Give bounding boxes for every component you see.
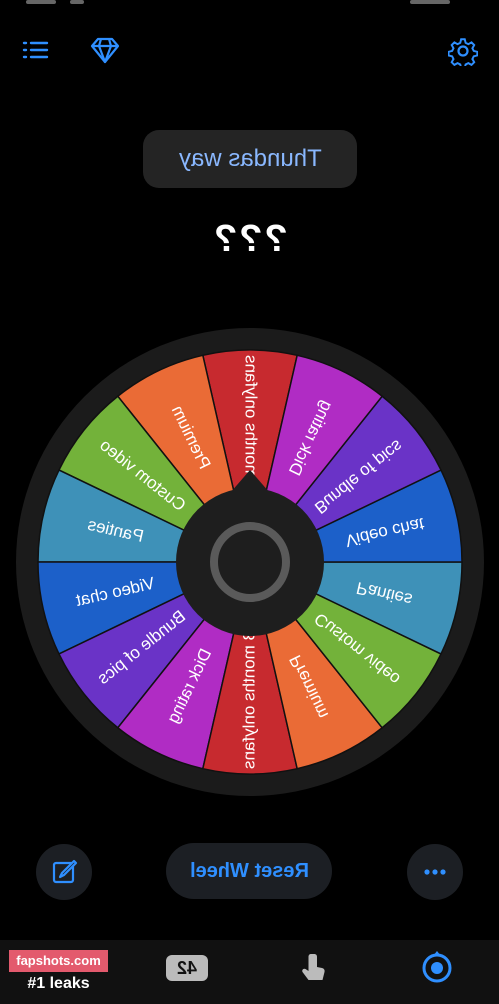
edit-button[interactable] bbox=[36, 844, 92, 900]
spin-result-text: ??? bbox=[211, 218, 288, 260]
more-button[interactable] bbox=[407, 844, 463, 900]
wheel-segment-label: 3 months onlyfans bbox=[239, 631, 258, 769]
gear-icon[interactable] bbox=[447, 36, 479, 70]
nav-counter-badge[interactable]: 42 bbox=[166, 955, 208, 981]
wheel-graphic[interactable]: 3 months onlyfansPremiumCustom videoPant… bbox=[14, 326, 486, 798]
watermark-line1: fapshots.com bbox=[9, 950, 108, 972]
watermark-line2: #1 leaks bbox=[9, 972, 108, 996]
watermark: fapshots.com #1 leaks bbox=[9, 950, 108, 996]
edit-icon bbox=[52, 859, 78, 884]
spin-wheel[interactable]: 3 months onlyfans Premium Custom video Pant… bbox=[14, 326, 486, 798]
wheel-hub[interactable] bbox=[176, 488, 324, 636]
hand-pointer-icon[interactable] bbox=[296, 950, 330, 984]
diamond-icon[interactable] bbox=[90, 36, 120, 64]
more-dots-icon bbox=[424, 869, 446, 875]
reset-wheel-button[interactable]: Reset Wheel bbox=[166, 843, 332, 899]
status-indicator bbox=[410, 0, 450, 4]
nav-badge-text: 42 bbox=[176, 958, 198, 978]
status-indicator bbox=[26, 0, 56, 4]
reset-wheel-label: Reset Wheel bbox=[189, 859, 309, 882]
wheel-name-button[interactable]: Thundas way bbox=[143, 130, 357, 188]
spin-result: ??? bbox=[0, 218, 499, 261]
status-bar bbox=[0, 0, 499, 10]
status-indicator bbox=[70, 0, 84, 4]
wheel-name-label: Thundas way bbox=[178, 145, 322, 172]
target-icon[interactable] bbox=[420, 950, 454, 984]
list-menu-icon[interactable] bbox=[22, 36, 50, 64]
